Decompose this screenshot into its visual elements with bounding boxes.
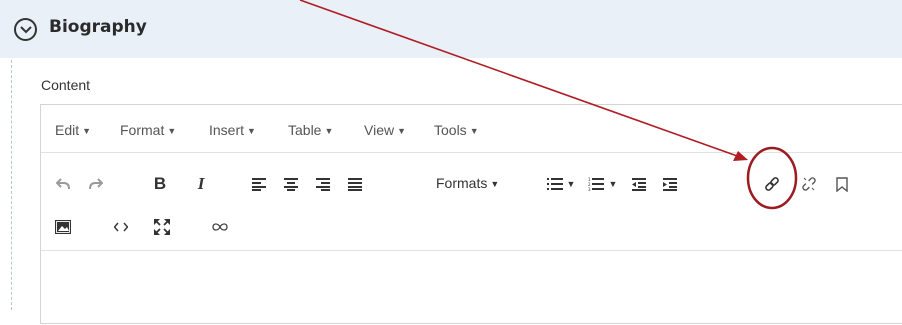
menu-insert[interactable]: Insert ▼ xyxy=(209,122,256,138)
menu-edit-label: Edit xyxy=(55,122,80,138)
bullet-list-caret[interactable]: ▼ xyxy=(564,171,578,197)
menu-tools-label: Tools xyxy=(434,122,467,138)
menu-table-label: Table xyxy=(288,122,322,138)
collapse-toggle-button[interactable] xyxy=(14,18,37,41)
align-right-button[interactable] xyxy=(310,171,336,197)
menu-table[interactable]: Table ▼ xyxy=(288,122,333,138)
bold-icon: B xyxy=(153,174,167,193)
caret-down-icon: ▼ xyxy=(324,126,334,136)
align-right-icon xyxy=(316,177,330,191)
formats-label: Formats xyxy=(436,175,488,191)
menu-view[interactable]: View ▼ xyxy=(364,122,406,138)
menu-format[interactable]: Format ▼ xyxy=(120,122,176,138)
caret-down-icon: ▼ xyxy=(247,126,256,136)
chevron-down-icon xyxy=(19,25,32,33)
image-icon xyxy=(55,220,71,234)
italic-button[interactable]: I xyxy=(188,171,214,197)
menu-insert-label: Insert xyxy=(209,122,245,138)
unlink-icon xyxy=(802,177,816,191)
align-center-button[interactable] xyxy=(278,171,304,197)
bookmark-icon xyxy=(836,176,848,192)
content-label: Content xyxy=(41,77,91,93)
menu-edit[interactable]: Edit ▼ xyxy=(55,122,91,138)
section-header[interactable]: Biography xyxy=(0,0,902,58)
indent-button[interactable] xyxy=(657,171,683,197)
align-left-button[interactable] xyxy=(246,171,272,197)
bullet-list-icon xyxy=(547,177,563,190)
editor-content-area[interactable] xyxy=(41,251,902,325)
bold-button[interactable]: B xyxy=(147,171,173,197)
outdent-icon xyxy=(632,177,646,191)
fullscreen-icon xyxy=(154,219,170,235)
code-icon xyxy=(114,222,128,232)
bookmark-button[interactable] xyxy=(829,171,855,197)
section-title: Biography xyxy=(49,17,147,37)
align-left-icon xyxy=(252,177,266,191)
menu-tools[interactable]: Tools ▼ xyxy=(434,122,479,138)
link-icon xyxy=(765,177,779,191)
fullscreen-button[interactable] xyxy=(149,214,175,240)
caret-down-icon: ▼ xyxy=(469,126,479,136)
svg-text:3: 3 xyxy=(588,187,591,191)
editor-menubar: Edit ▼ Format ▼ Insert ▼ Table ▼ View ▼ Tools… xyxy=(41,105,902,153)
source-code-button[interactable] xyxy=(108,214,134,240)
undo-icon xyxy=(56,178,70,190)
insert-image-button[interactable] xyxy=(50,214,76,240)
caret-down-icon: ▼ xyxy=(167,126,177,136)
section-guide-line xyxy=(11,60,12,310)
caret-down-icon: ▼ xyxy=(397,126,407,136)
numbered-list-icon: 1 2 3 xyxy=(588,177,604,191)
insert-link-button[interactable] xyxy=(759,171,785,197)
align-justify-icon xyxy=(348,177,362,191)
rich-text-editor[interactable]: Edit ▼ Format ▼ Insert ▼ Table ▼ View ▼ Tools… xyxy=(40,104,902,324)
align-justify-button[interactable] xyxy=(342,171,368,197)
redo-button[interactable] xyxy=(83,171,109,197)
editor-toolbar: B I Formats ▼ ▼ 1 2 3 ▼ xyxy=(41,153,902,251)
caret-down-icon: ▼ xyxy=(490,179,500,189)
undo-button[interactable] xyxy=(50,171,76,197)
remove-link-button[interactable] xyxy=(796,171,822,197)
caret-down-icon: ▼ xyxy=(608,179,618,189)
infinity-button[interactable] xyxy=(207,214,233,240)
caret-down-icon: ▼ xyxy=(566,179,576,189)
redo-icon xyxy=(89,178,103,190)
menu-view-label: View xyxy=(364,122,395,138)
infinity-icon xyxy=(212,223,228,231)
align-center-icon xyxy=(284,177,298,191)
italic-icon: I xyxy=(197,174,205,193)
outdent-button[interactable] xyxy=(626,171,652,197)
numbered-list-caret[interactable]: ▼ xyxy=(606,171,620,197)
indent-icon xyxy=(663,177,677,191)
formats-dropdown[interactable]: Formats ▼ xyxy=(436,175,499,191)
caret-down-icon: ▼ xyxy=(82,126,92,136)
menu-format-label: Format xyxy=(120,122,165,138)
